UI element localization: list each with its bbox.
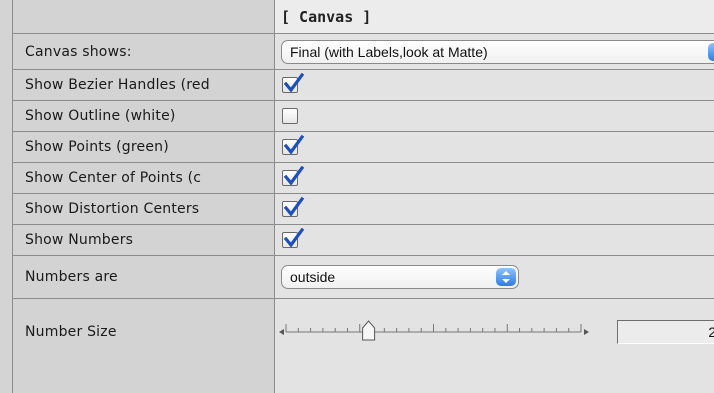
checkmark-icon	[283, 166, 305, 186]
show-numbers-checkbox[interactable]	[282, 228, 305, 248]
number-size-slider[interactable]	[279, 320, 589, 344]
show-points-label: Show Points (green)	[25, 139, 169, 155]
row-show-distortion-centers: Show Distortion Centers	[13, 194, 714, 225]
checkmark-icon	[283, 73, 305, 93]
header-row: [ Canvas ]	[13, 0, 714, 34]
show-outline-checkbox[interactable]	[282, 108, 298, 124]
triangle-right-icon[interactable]	[584, 329, 589, 335]
row-label-cell: Show Numbers	[13, 225, 275, 255]
row-label-cell: Number Size	[13, 299, 275, 393]
row-value-cell	[275, 132, 714, 162]
show-distortion-centers-checkbox[interactable]	[282, 197, 305, 217]
row-label-cell: Show Distortion Centers	[13, 194, 275, 224]
show-points-checkbox[interactable]	[282, 135, 305, 155]
numbers-are-value: outside	[290, 269, 336, 285]
row-numbers-are: Numbers are outside	[13, 256, 714, 299]
canvas-settings-panel: [ Canvas ] Canvas shows: Final (with Lab…	[0, 0, 714, 393]
row-canvas-shows: Canvas shows: Final (with Labels,look at…	[13, 34, 714, 70]
row-number-size: Number Size 20	[13, 299, 714, 393]
show-numbers-label: Show Numbers	[25, 232, 134, 248]
number-size-value: 20	[708, 324, 714, 340]
row-value-cell: outside	[275, 256, 714, 298]
checkmark-icon	[283, 228, 305, 248]
show-outline-label: Show Outline (white)	[25, 108, 176, 124]
up-down-arrows-icon	[708, 42, 714, 61]
canvas-shows-value: Final (with Labels,look at Matte)	[290, 43, 488, 60]
row-label-cell: Show Points (green)	[13, 132, 275, 162]
numbers-are-popup[interactable]: outside	[281, 265, 519, 289]
header-label-cell	[13, 0, 275, 33]
row-label-cell: Canvas shows:	[13, 34, 275, 69]
triangle-left-icon[interactable]	[279, 329, 284, 335]
row-label-cell: Numbers are	[13, 256, 275, 298]
row-value-cell	[275, 163, 714, 193]
number-size-field[interactable]: 20	[617, 320, 714, 344]
row-value-cell: Final (with Labels,look at Matte)	[275, 34, 714, 69]
row-value-cell	[275, 70, 714, 100]
row-value-cell	[275, 194, 714, 224]
number-size-label: Number Size	[25, 324, 117, 340]
row-value-cell: 20	[275, 299, 714, 393]
row-show-bezier-handles: Show Bezier Handles (red	[13, 70, 714, 101]
show-center-of-points-label: Show Center of Points (c	[25, 170, 202, 186]
show-center-of-points-checkbox[interactable]	[282, 166, 305, 186]
canvas-shows-label: Canvas shows:	[25, 43, 132, 60]
canvas-shows-popup[interactable]: Final (with Labels,look at Matte)	[281, 39, 714, 64]
slider-ticks	[285, 324, 582, 332]
header-value-cell: [ Canvas ]	[275, 0, 714, 33]
checkmark-icon	[283, 135, 305, 155]
settings-grid: [ Canvas ] Canvas shows: Final (with Lab…	[12, 0, 714, 393]
show-bezier-handles-checkbox[interactable]	[282, 73, 305, 93]
row-label-cell: Show Bezier Handles (red	[13, 70, 275, 100]
show-distortion-centers-label: Show Distortion Centers	[25, 201, 200, 217]
up-down-arrows-icon	[496, 268, 516, 286]
row-value-cell	[275, 101, 714, 131]
numbers-are-label: Numbers are	[25, 269, 118, 285]
row-show-numbers: Show Numbers	[13, 225, 714, 256]
show-bezier-handles-label: Show Bezier Handles (red	[25, 77, 210, 93]
slider-thumb[interactable]	[362, 320, 376, 341]
checkmark-icon	[283, 197, 305, 217]
row-show-points: Show Points (green)	[13, 132, 714, 163]
row-show-outline: Show Outline (white)	[13, 101, 714, 132]
section-title: [ Canvas ]	[281, 7, 372, 26]
row-show-center-of-points: Show Center of Points (c	[13, 163, 714, 194]
row-value-cell	[275, 225, 714, 255]
row-label-cell: Show Outline (white)	[13, 101, 275, 131]
row-label-cell: Show Center of Points (c	[13, 163, 275, 193]
